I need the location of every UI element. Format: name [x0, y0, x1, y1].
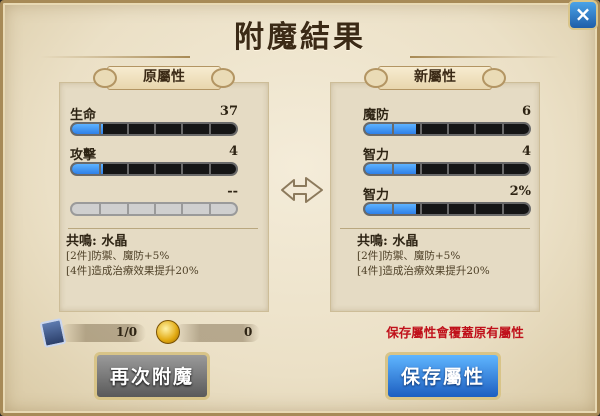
bar-segment-divider [474, 124, 477, 134]
original-stat-row: 生命 37 [70, 104, 238, 138]
banner-label: 原屬性 [143, 69, 185, 85]
stat-value: 4 [228, 144, 238, 159]
title-divider-left [40, 56, 190, 58]
stat-value: -- [227, 184, 238, 199]
bar-segment-divider [208, 164, 211, 174]
bar-segment-divider [447, 204, 449, 214]
stat-bar [363, 122, 531, 136]
bar-segment-divider [419, 164, 422, 174]
overwrite-warning: 保存屬性會覆蓋原有屬性 [386, 325, 524, 340]
bar-segment-divider [501, 124, 504, 134]
panel-divider [340, 228, 530, 229]
bar-segment-divider [447, 124, 449, 134]
close-button[interactable]: × [568, 0, 598, 30]
bar-segment-divider [392, 164, 395, 174]
stat-bar [70, 162, 238, 176]
bar-segment-divider [501, 164, 504, 174]
scroll-ornament-icon [93, 68, 117, 88]
original-stat-row: 攻擊 4 [70, 144, 238, 178]
stat-bar [363, 162, 531, 176]
bar-segment-divider [154, 204, 156, 214]
bar-segment-divider [447, 164, 449, 174]
ticket-count: 1/0 [116, 325, 138, 339]
stat-value: 6 [521, 104, 531, 119]
scroll-ornament-icon [211, 68, 235, 88]
new-stat-row: 智力 4 [363, 144, 531, 178]
stat-bar-empty [70, 202, 238, 216]
ticket-cost: 1/0 [60, 320, 160, 344]
bar-segment-divider [419, 124, 422, 134]
resonance-line: [2件]防禦、魔防+5% [66, 250, 170, 262]
bar-segment-divider [208, 204, 211, 214]
bar-segment-divider [501, 204, 504, 214]
gold-cost: 0 [174, 320, 264, 344]
title-divider-right [410, 56, 560, 58]
bar-segment-divider [181, 124, 184, 134]
bar-segment-divider [474, 164, 477, 174]
scroll-ornament-icon [482, 68, 506, 88]
bar-segment-divider [154, 164, 156, 174]
save-attributes-button[interactable]: 保存屬性 [385, 352, 501, 400]
bar-segment-divider [419, 204, 422, 214]
dialog-title: 附魔結果 [234, 20, 366, 55]
resonance-line: [2件]防禦、魔防+5% [357, 250, 461, 262]
stat-bar [363, 202, 531, 216]
new-resonance: 共鳴: 水晶 [2件]防禦、魔防+5% [4件]造成治療效果提升20% [357, 234, 557, 279]
resonance-title: 共鳴: 水晶 [357, 234, 419, 249]
new-stat-row: 智力 2% [363, 184, 531, 218]
bar-segment-divider [392, 204, 395, 214]
bar-segment-divider [208, 124, 211, 134]
stat-value: 37 [219, 104, 238, 119]
stat-name: 攻擊 [70, 148, 97, 163]
enchant-again-button[interactable]: 再次附魔 [94, 352, 210, 400]
arrow-right-icon [281, 177, 323, 203]
stat-value: 2% [509, 184, 531, 199]
gold-count: 0 [244, 325, 253, 339]
bar-segment-divider [99, 124, 102, 134]
resonance-line: [4件]造成治療效果提升20% [66, 265, 199, 277]
bar-segment-divider [392, 124, 395, 134]
bar-segment-divider [99, 164, 102, 174]
original-stat-row: -- [70, 184, 238, 218]
bar-segment-divider [126, 204, 129, 214]
stat-bar [70, 122, 238, 136]
stat-value: 4 [521, 144, 531, 159]
new-attributes-banner: 新屬性 [360, 66, 510, 90]
stat-name: 生命 [70, 108, 97, 123]
new-stat-row: 魔防 6 [363, 104, 531, 138]
stat-name: 魔防 [363, 108, 390, 123]
original-attributes-banner: 原屬性 [89, 66, 239, 90]
bar-segment-divider [126, 164, 129, 174]
bar-segment-divider [99, 204, 102, 214]
panel-divider [68, 228, 258, 229]
stat-name: 智力 [363, 148, 390, 163]
bar-segment-divider [126, 124, 129, 134]
original-resonance: 共鳴: 水晶 [2件]防禦、魔防+5% [4件]造成治療效果提升20% [66, 234, 266, 279]
scroll-ornament-icon [364, 68, 388, 88]
banner-label: 新屬性 [414, 69, 456, 85]
bar-segment-divider [181, 164, 184, 174]
resonance-title: 共鳴: 水晶 [66, 234, 128, 249]
bar-segment-divider [154, 124, 156, 134]
stat-name: 智力 [363, 188, 390, 203]
bar-segment-divider [474, 204, 477, 214]
bar-segment-divider [181, 204, 184, 214]
resonance-line: [4件]造成治療效果提升20% [357, 265, 490, 277]
